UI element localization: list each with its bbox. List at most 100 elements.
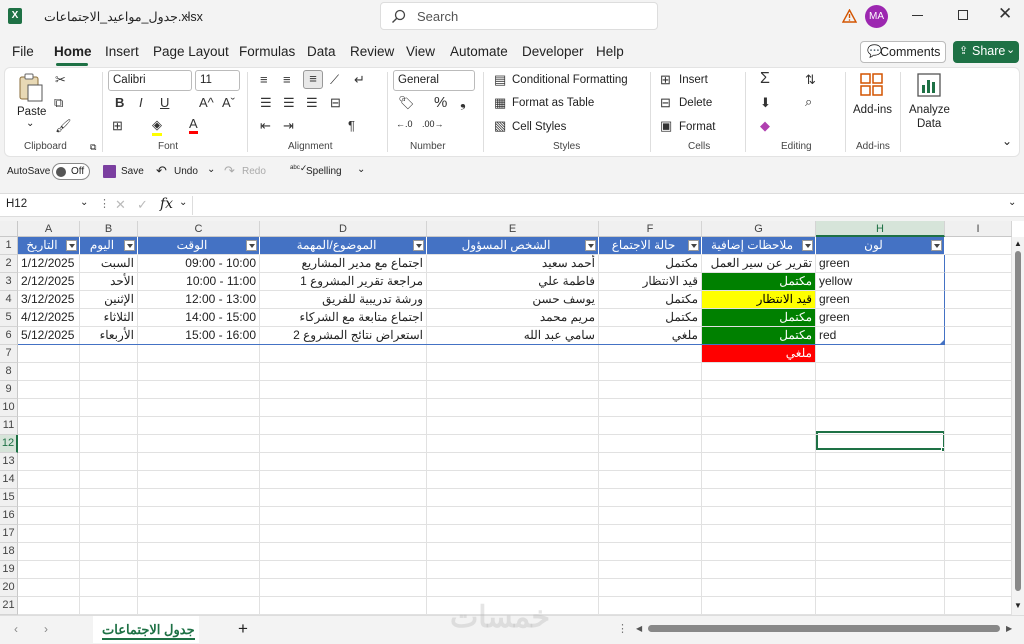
analyze-data-label-2[interactable]: Data xyxy=(917,118,941,130)
table-cell-g7[interactable]: ملغي xyxy=(702,345,816,363)
name-box[interactable]: H12 xyxy=(6,198,27,210)
analyze-data-icon[interactable] xyxy=(917,73,941,97)
grid-cell[interactable] xyxy=(80,381,138,399)
close-icon[interactable]: ✕ xyxy=(998,4,1012,24)
grid-cell[interactable] xyxy=(945,561,1012,579)
grid-cell[interactable] xyxy=(80,417,138,435)
grid-cell[interactable] xyxy=(260,507,427,525)
row-header-2[interactable]: 2 xyxy=(0,255,18,273)
increase-indent-icon[interactable]: ⇥ xyxy=(283,118,294,134)
percent-icon[interactable]: % xyxy=(434,94,447,111)
conditional-formatting-icon[interactable]: ▤ xyxy=(494,72,506,88)
format-as-table-button[interactable]: Format as Table xyxy=(512,97,594,109)
table-cell-e4[interactable]: يوسف حسن xyxy=(427,291,599,309)
share-button[interactable]: ⇪ Share ⌄ xyxy=(953,41,1019,63)
grid-cell[interactable] xyxy=(945,417,1012,435)
column-header-a[interactable]: A xyxy=(18,221,80,237)
menu-developer[interactable]: Developer xyxy=(522,44,584,59)
table-cell-a2[interactable]: 1/12/2025 xyxy=(18,255,80,273)
grid-cell[interactable] xyxy=(945,543,1012,561)
format-cells-icon[interactable]: ▣ xyxy=(660,118,672,134)
find-select-icon[interactable]: ⌕ xyxy=(805,94,812,110)
increase-decimal-icon[interactable]: ←.0 xyxy=(396,119,413,129)
column-header-c[interactable]: C xyxy=(138,221,260,237)
column-header-d[interactable]: D xyxy=(260,221,427,237)
grid-cell[interactable] xyxy=(80,471,138,489)
orientation-icon[interactable]: ⟋ xyxy=(330,72,339,88)
column-header-h[interactable]: H xyxy=(816,221,945,237)
vertical-scrollbar[interactable]: ▲ ▼ xyxy=(1012,237,1024,615)
decrease-font-icon[interactable]: Aˇ xyxy=(222,95,235,110)
grid-cell[interactable] xyxy=(702,489,816,507)
row-header-17[interactable]: 17 xyxy=(0,525,18,543)
grid-cell[interactable] xyxy=(816,579,945,597)
table-cell-h4[interactable]: green xyxy=(816,291,945,309)
grid-cell[interactable] xyxy=(18,471,80,489)
delete-cells-button[interactable]: Delete xyxy=(679,97,712,109)
grid-cell[interactable] xyxy=(816,453,945,471)
grid-cell[interactable] xyxy=(945,237,1012,255)
grid-cell[interactable] xyxy=(18,399,80,417)
ribbon-collapse-icon[interactable]: ⌄ xyxy=(1002,134,1012,148)
grid-cell[interactable] xyxy=(599,345,702,363)
minimize-icon[interactable] xyxy=(912,15,923,16)
clear-icon[interactable]: ◆ xyxy=(760,118,770,134)
table-cell-d6[interactable]: استعراض نتائج المشروع 2 xyxy=(260,327,427,345)
table-cell-g5[interactable]: مكتمل xyxy=(702,309,816,327)
column-header-g[interactable]: G xyxy=(702,221,816,237)
grid-cell[interactable] xyxy=(945,273,1012,291)
analyze-data-label[interactable]: Analyze xyxy=(909,104,950,116)
grid-cell[interactable] xyxy=(80,345,138,363)
column-header-f[interactable]: F xyxy=(599,221,702,237)
grid-cell[interactable] xyxy=(816,363,945,381)
save-icon[interactable] xyxy=(103,165,116,178)
grid-cell[interactable] xyxy=(138,435,260,453)
filter-dropdown-icon[interactable] xyxy=(413,240,424,251)
grid-cell[interactable] xyxy=(260,525,427,543)
next-sheet-icon[interactable]: › xyxy=(44,622,48,636)
table-cell-c3[interactable]: 10:00 - 11:00 xyxy=(138,273,260,291)
comments-button[interactable]: 💬 Comments xyxy=(860,41,946,63)
save-label[interactable]: Save xyxy=(121,166,144,177)
grid-cell[interactable] xyxy=(427,489,599,507)
grid-cell[interactable] xyxy=(138,543,260,561)
paste-icon[interactable] xyxy=(18,73,44,103)
table-cell-h3[interactable]: yellow xyxy=(816,273,945,291)
currency-icon[interactable]: 🏷 xyxy=(398,95,415,111)
chevron-down-icon[interactable]: ⌄ xyxy=(179,197,187,208)
align-middle-icon[interactable]: ≡ xyxy=(283,72,291,87)
table-cell-b4[interactable]: الإثنين xyxy=(80,291,138,309)
spelling-icon[interactable]: ᵃᵇᶜ✓ xyxy=(290,163,307,174)
grid-cell[interactable] xyxy=(260,489,427,507)
filter-dropdown-icon[interactable] xyxy=(931,240,942,251)
grid-cell[interactable] xyxy=(260,435,427,453)
cell-styles-button[interactable]: Cell Styles xyxy=(512,121,566,133)
cut-icon[interactable]: ✂ xyxy=(55,72,66,88)
expand-formula-icon[interactable]: ⌄ xyxy=(1008,197,1016,208)
grid-cell[interactable] xyxy=(80,597,138,615)
table-header-f[interactable]: حالة الاجتماع xyxy=(599,237,702,255)
row-header-1[interactable]: 1 xyxy=(0,237,18,255)
row-header-4[interactable]: 4 xyxy=(0,291,18,309)
grid-cell[interactable] xyxy=(18,561,80,579)
grid-cell[interactable] xyxy=(945,309,1012,327)
maximize-icon[interactable] xyxy=(958,10,968,20)
menu-formulas[interactable]: Formulas xyxy=(239,44,295,59)
menu-home[interactable]: Home xyxy=(54,44,92,59)
table-cell-g3[interactable]: مكتمل xyxy=(702,273,816,291)
table-cell-e3[interactable]: فاطمة علي xyxy=(427,273,599,291)
grid-cell[interactable] xyxy=(945,399,1012,417)
grid-cell[interactable] xyxy=(260,345,427,363)
grid-cell[interactable] xyxy=(945,471,1012,489)
wrap-text-icon[interactable]: ↵ xyxy=(354,72,365,88)
table-cell-f4[interactable]: مكتمل xyxy=(599,291,702,309)
filter-dropdown-icon[interactable] xyxy=(246,240,257,251)
insert-function-icon[interactable]: fx xyxy=(160,196,173,212)
row-header-10[interactable]: 10 xyxy=(0,399,18,417)
grid-cell[interactable] xyxy=(18,363,80,381)
grid-cell[interactable] xyxy=(427,363,599,381)
grid-cell[interactable] xyxy=(260,363,427,381)
grid-cell[interactable] xyxy=(138,399,260,417)
grid-cell[interactable] xyxy=(702,579,816,597)
table-cell-a5[interactable]: 4/12/2025 xyxy=(18,309,80,327)
